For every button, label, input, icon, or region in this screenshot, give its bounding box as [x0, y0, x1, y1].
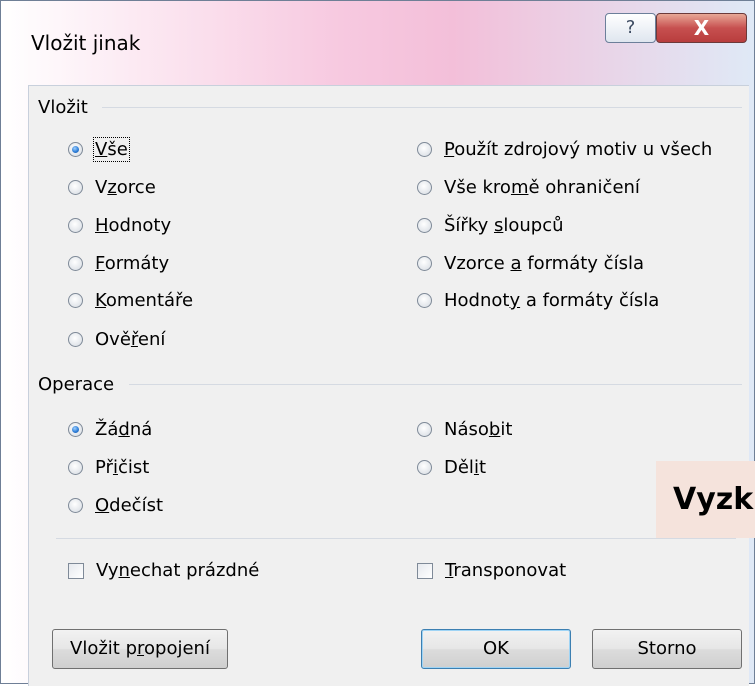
dialog-title: Vložit jinak	[31, 31, 141, 55]
checkbox-indicator	[68, 562, 84, 579]
radio-paste-source-theme[interactable]: Použít zdrojový motiv u všech	[417, 139, 712, 160]
radio-label: Hodnoty a formáty čísla	[444, 290, 660, 311]
options-separator	[56, 538, 736, 539]
radio-label: Vše	[93, 137, 130, 162]
checkbox-label: Vynechat prázdné	[96, 560, 260, 581]
radio-label: Hodnoty	[95, 215, 172, 236]
radio-paste-validation[interactable]: Ověření	[68, 329, 165, 350]
help-icon: ?	[625, 17, 636, 38]
radio-label: Formáty	[95, 253, 170, 274]
checkbox-skip-blanks[interactable]: Vynechat prázdné	[68, 560, 259, 581]
radio-label: Použít zdrojový motiv u všech	[444, 139, 713, 160]
radio-operation-add[interactable]: Přičist	[68, 457, 149, 478]
radio-indicator	[417, 180, 432, 195]
radio-label: Komentáře	[95, 290, 194, 311]
radio-label: Násobit	[444, 419, 513, 440]
radio-label: Vše kromě ohraničení	[444, 177, 640, 198]
radio-indicator	[417, 460, 432, 475]
radio-indicator	[68, 218, 83, 233]
radio-label: Šířky sloupců	[444, 215, 564, 236]
radio-label: Přičist	[95, 457, 150, 478]
radio-label: Vzorce	[95, 177, 156, 198]
radio-paste-column-widths[interactable]: Šířky sloupců	[417, 215, 564, 236]
radio-paste-formats[interactable]: Formáty	[68, 253, 169, 274]
checkbox-transpose[interactable]: Transponovat	[417, 560, 566, 581]
radio-indicator	[68, 256, 83, 271]
radio-paste-values[interactable]: Hodnoty	[68, 215, 171, 236]
close-icon: X	[693, 16, 710, 40]
radio-indicator	[417, 293, 432, 308]
radio-indicator	[68, 293, 83, 308]
checkbox-indicator	[417, 562, 433, 579]
radio-indicator	[68, 332, 83, 347]
radio-indicator	[68, 180, 83, 195]
radio-label: Odečíst	[95, 495, 164, 516]
radio-operation-subtract[interactable]: Odečíst	[68, 495, 163, 516]
radio-paste-formulas[interactable]: Vzorce	[68, 177, 156, 198]
radio-indicator	[417, 422, 432, 437]
paste-link-button[interactable]: Vložit propojení	[52, 629, 228, 669]
operation-group-line	[129, 384, 742, 385]
radio-indicator	[417, 218, 432, 233]
radio-paste-comments[interactable]: Komentáře	[68, 290, 193, 311]
radio-indicator	[68, 460, 83, 475]
dialog-content	[28, 85, 749, 686]
radio-operation-multiply[interactable]: Násobit	[417, 419, 512, 440]
radio-label: Dělit	[444, 457, 487, 478]
radio-indicator	[68, 498, 83, 513]
overlay-caption: Vyzk	[656, 461, 755, 538]
radio-paste-formulas-and-number-formats[interactable]: Vzorce a formáty čísla	[417, 253, 644, 274]
operation-group-label: Operace	[38, 374, 115, 395]
close-button[interactable]: X	[656, 13, 747, 43]
radio-operation-divide[interactable]: Dělit	[417, 457, 486, 478]
radio-label: Žádná	[95, 419, 153, 440]
ok-button[interactable]: OK	[421, 629, 571, 669]
radio-indicator	[417, 142, 432, 157]
radio-indicator	[68, 422, 83, 437]
help-button[interactable]: ?	[605, 13, 656, 43]
paste-group-label: Vložit	[38, 97, 88, 118]
radio-label: Ověření	[95, 329, 166, 350]
paste-group-line	[102, 107, 742, 108]
radio-operation-none[interactable]: Žádná	[68, 419, 152, 440]
paste-special-dialog: Vložit jinak ? X Vložit Vše Vzorce Hodno…	[0, 0, 755, 686]
radio-label: Vzorce a formáty čísla	[444, 253, 644, 274]
radio-paste-all[interactable]: Vše	[68, 137, 130, 162]
radio-paste-all-except-borders[interactable]: Vše kromě ohraničení	[417, 177, 640, 198]
title-bar: Vložit jinak ? X	[1, 1, 755, 55]
checkbox-label: Transponovat	[445, 560, 567, 581]
radio-paste-values-and-number-formats[interactable]: Hodnoty a formáty čísla	[417, 290, 659, 311]
radio-indicator	[68, 142, 83, 157]
cancel-button[interactable]: Storno	[592, 629, 742, 669]
radio-indicator	[417, 256, 432, 271]
